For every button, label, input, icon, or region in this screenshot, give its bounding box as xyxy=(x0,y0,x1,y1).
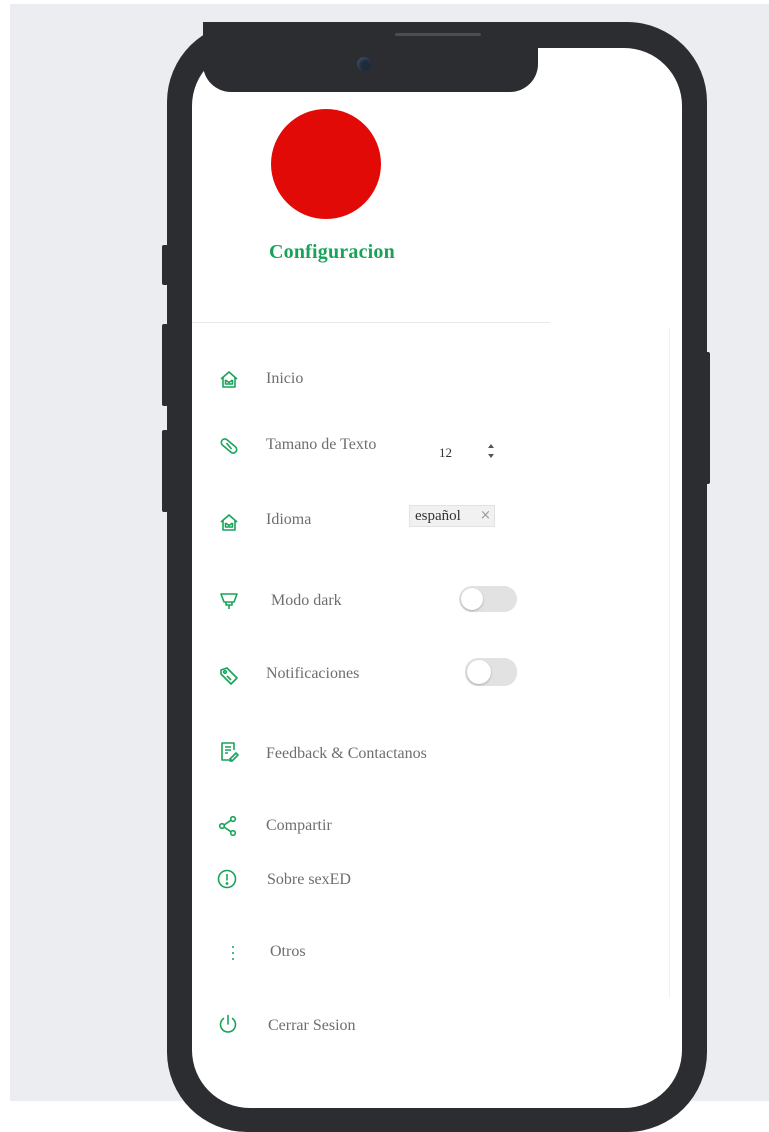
stepper-arrows-icon[interactable] xyxy=(486,440,496,462)
menu-item-label: Otros xyxy=(270,943,306,960)
language-select[interactable]: español × xyxy=(409,505,495,527)
tag-icon xyxy=(218,665,240,687)
clear-icon[interactable]: × xyxy=(480,508,491,523)
menu-item-label: Cerrar Sesion xyxy=(268,1017,356,1034)
header-divider xyxy=(192,322,550,323)
edit-document-icon xyxy=(218,741,240,763)
page-title: Configuracion xyxy=(269,241,395,263)
toggle-knob xyxy=(461,588,483,610)
menu-item-label: Feedback & Contactanos xyxy=(266,745,427,762)
power-icon xyxy=(217,1013,239,1035)
menu-item-label: Compartir xyxy=(266,817,332,834)
menu-item-label: Tamano de Texto xyxy=(266,436,377,453)
menu-item-label: Sobre sexED xyxy=(267,871,351,888)
info-circle-icon xyxy=(216,868,238,890)
language-select-value: español xyxy=(415,508,461,524)
home-icon xyxy=(218,368,240,390)
notifications-toggle[interactable] xyxy=(465,658,517,686)
menu-item-label: Notificaciones xyxy=(266,665,360,682)
lamp-icon xyxy=(218,590,240,612)
home-icon xyxy=(218,511,240,533)
toggle-knob xyxy=(467,660,491,684)
scrollbar-track xyxy=(669,328,670,998)
phone-speaker xyxy=(395,33,481,36)
phone-frame xyxy=(167,22,707,1132)
share-icon xyxy=(217,815,239,837)
text-size-value[interactable]: 12 xyxy=(439,445,452,461)
phone-camera xyxy=(357,57,371,71)
menu-item-label: Inicio xyxy=(266,370,304,387)
pill-icon xyxy=(218,435,240,457)
menu-item-label: Modo dark xyxy=(271,592,342,609)
avatar[interactable] xyxy=(271,109,381,219)
dark-mode-toggle[interactable] xyxy=(459,586,517,612)
more-vertical-icon xyxy=(231,944,235,962)
phone-notch xyxy=(203,22,538,92)
phone-screen xyxy=(192,48,682,1108)
menu-item-label: Idioma xyxy=(266,511,312,528)
